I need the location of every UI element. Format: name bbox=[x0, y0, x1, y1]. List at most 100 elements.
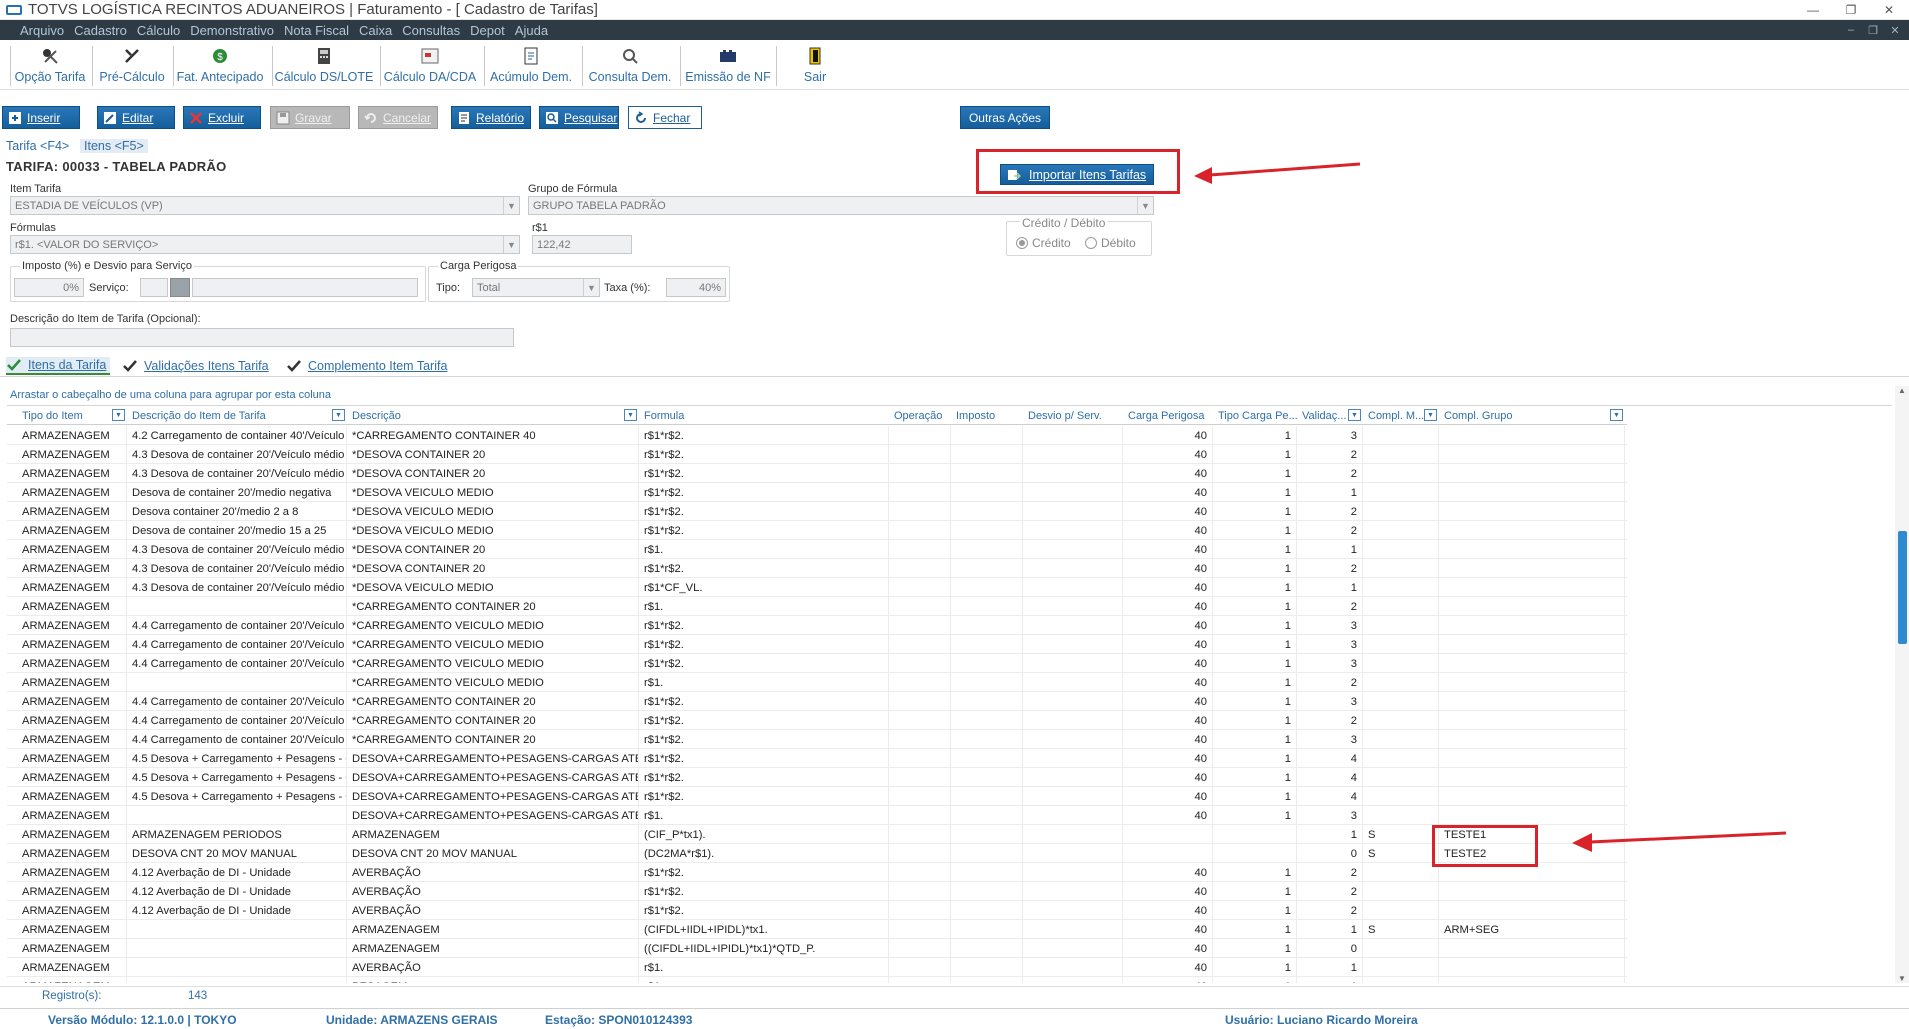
cell-carga-perigosa[interactable]: 40 bbox=[1123, 787, 1213, 806]
cell-imposto[interactable] bbox=[951, 445, 1023, 464]
cell-carga-perigosa[interactable]: 40 bbox=[1123, 521, 1213, 540]
restore-button[interactable]: ❐ bbox=[1833, 0, 1869, 20]
table-row[interactable]: ARMAZENAGEM 4.12 Averbação de DI - Unidad… bbox=[7, 901, 1627, 920]
toolbar-consulta-dem[interactable]: Consulta Dem. bbox=[584, 44, 676, 88]
column-header-tipo-carga[interactable]: Tipo Carga Pe... bbox=[1213, 406, 1297, 425]
cell-tipo-carga[interactable]: 1 bbox=[1213, 426, 1297, 445]
toolbar-sair[interactable]: Sair bbox=[778, 44, 852, 88]
cell-tipo-item[interactable]: ARMAZENAGEM bbox=[17, 654, 127, 673]
cell-imposto[interactable] bbox=[951, 749, 1023, 768]
cell-imposto[interactable] bbox=[951, 559, 1023, 578]
cell-tipo-carga[interactable] bbox=[1213, 825, 1297, 844]
table-row[interactable]: ARMAZENAGEM 4.12 Averbação de DI - Unidad… bbox=[7, 882, 1627, 901]
cell-imposto[interactable] bbox=[951, 578, 1023, 597]
cell-compl-grupo[interactable] bbox=[1439, 597, 1625, 616]
cell-imposto[interactable] bbox=[951, 521, 1023, 540]
cell-carga-perigosa[interactable]: 40 bbox=[1123, 483, 1213, 502]
cell-descricao-item[interactable]: Desova de container 20'/medio negativa bbox=[127, 483, 347, 502]
cell-compl-m[interactable]: S bbox=[1363, 825, 1439, 844]
cell-imposto[interactable] bbox=[951, 768, 1023, 787]
filter-icon[interactable]: ▼ bbox=[624, 409, 637, 421]
cell-carga-perigosa[interactable]: 40 bbox=[1123, 939, 1213, 958]
cell-tipo-carga[interactable]: 1 bbox=[1213, 673, 1297, 692]
cell-operacao[interactable] bbox=[889, 806, 951, 825]
gravar-button[interactable]: Gravar bbox=[270, 106, 350, 129]
cell-formula[interactable]: r$1*r$2. bbox=[639, 787, 889, 806]
cell-tipo-carga[interactable]: 1 bbox=[1213, 958, 1297, 977]
cell-validacoes[interactable]: 2 bbox=[1297, 559, 1363, 578]
cell-imposto[interactable] bbox=[951, 939, 1023, 958]
cell-desvio[interactable] bbox=[1023, 616, 1123, 635]
cell-operacao[interactable] bbox=[889, 464, 951, 483]
cell-operacao[interactable] bbox=[889, 863, 951, 882]
cell-tipo-carga[interactable]: 1 bbox=[1213, 939, 1297, 958]
cell-compl-m[interactable] bbox=[1363, 882, 1439, 901]
table-row[interactable]: ARMAZENAGEMPESAGEMr$1.4011 bbox=[7, 977, 1627, 983]
cell-descricao[interactable]: *CARREGAMENTO CONTAINER 20 bbox=[347, 730, 639, 749]
cell-compl-m[interactable] bbox=[1363, 977, 1439, 983]
cell-tipo-carga[interactable]: 1 bbox=[1213, 445, 1297, 464]
cell-formula[interactable]: r$1. bbox=[639, 673, 889, 692]
cell-formula[interactable]: r$1*r$2. bbox=[639, 521, 889, 540]
cell-formula[interactable]: r$1. bbox=[639, 806, 889, 825]
cell-validacoes[interactable]: 4 bbox=[1297, 768, 1363, 787]
cell-validacoes[interactable]: 2 bbox=[1297, 863, 1363, 882]
cell-carga-perigosa[interactable]: 40 bbox=[1123, 863, 1213, 882]
table-row[interactable]: ARMAZENAGEM DESOVA+CARREGAMENTO+PESAGENS-… bbox=[7, 806, 1627, 825]
cell-compl-m[interactable] bbox=[1363, 673, 1439, 692]
cell-validacoes[interactable]: 1 bbox=[1297, 540, 1363, 559]
cell-operacao[interactable] bbox=[889, 825, 951, 844]
table-row[interactable]: ARMAZENAGEM *CARREGAMENTO CONTAINER 20 r$1… bbox=[7, 597, 1627, 616]
importar-itens-tarifas-button[interactable]: Importar Itens Tarifas bbox=[1000, 164, 1154, 185]
cell-formula[interactable]: r$1. bbox=[639, 540, 889, 559]
cell-formula[interactable]: r$1*r$2. bbox=[639, 901, 889, 920]
cell-imposto[interactable] bbox=[951, 673, 1023, 692]
cell-descricao[interactable]: *CARREGAMENTO VEICULO MEDIO bbox=[347, 654, 639, 673]
cell-descricao[interactable]: DESOVA+CARREGAMENTO+PESAGENS-CARGAS ATÉ … bbox=[347, 768, 639, 787]
cell-desvio[interactable] bbox=[1023, 768, 1123, 787]
cell-desvio[interactable] bbox=[1023, 939, 1123, 958]
cell-compl-m[interactable] bbox=[1363, 901, 1439, 920]
toolbar-calculo-ds-lote[interactable]: Cálculo DS/LOTE bbox=[274, 44, 374, 88]
cell-descricao-item[interactable] bbox=[127, 920, 347, 939]
cell-tipo-carga[interactable]: 1 bbox=[1213, 749, 1297, 768]
cell-compl-grupo[interactable] bbox=[1439, 483, 1625, 502]
cell-descricao-item[interactable] bbox=[127, 977, 347, 983]
cell-validacoes[interactable]: 0 bbox=[1297, 844, 1363, 863]
tipo-select[interactable]: Total ▼ bbox=[472, 278, 600, 297]
subtab-itens-da-tarifa[interactable]: Itens da Tarifa bbox=[6, 357, 111, 375]
cell-descricao[interactable]: *CARREGAMENTO VEICULO MEDIO bbox=[347, 673, 639, 692]
cell-compl-grupo[interactable] bbox=[1439, 882, 1625, 901]
cell-tipo-item[interactable]: ARMAZENAGEM bbox=[17, 502, 127, 521]
cell-desvio[interactable] bbox=[1023, 483, 1123, 502]
cell-formula[interactable]: r$1*r$2. bbox=[639, 654, 889, 673]
cell-compl-m[interactable] bbox=[1363, 863, 1439, 882]
cell-validacoes[interactable]: 2 bbox=[1297, 901, 1363, 920]
cell-carga-perigosa[interactable]: 40 bbox=[1123, 502, 1213, 521]
cell-descricao-item[interactable]: 4.5 Desova + Carregamento + Pesagens - C… bbox=[127, 768, 347, 787]
toolbar-emissao-nf[interactable]: Emissão de NF bbox=[682, 44, 774, 88]
cell-compl-grupo[interactable] bbox=[1439, 958, 1625, 977]
cell-descricao-item[interactable] bbox=[127, 806, 347, 825]
cell-tipo-item[interactable]: ARMAZENAGEM bbox=[17, 483, 127, 502]
cell-descricao-item[interactable]: Desova container 20'/medio 2 a 8 bbox=[127, 502, 347, 521]
cell-operacao[interactable] bbox=[889, 654, 951, 673]
cell-tipo-item[interactable]: ARMAZENAGEM bbox=[17, 806, 127, 825]
cell-tipo-item[interactable]: ARMAZENAGEM bbox=[17, 977, 127, 983]
cell-tipo-carga[interactable]: 1 bbox=[1213, 882, 1297, 901]
cell-operacao[interactable] bbox=[889, 502, 951, 521]
cell-compl-grupo[interactable] bbox=[1439, 787, 1625, 806]
cell-validacoes[interactable]: 3 bbox=[1297, 635, 1363, 654]
cell-operacao[interactable] bbox=[889, 635, 951, 654]
cell-tipo-item[interactable]: ARMAZENAGEM bbox=[17, 844, 127, 863]
cell-descricao-item[interactable]: 4.3 Desova de container 20'/Veículo médi… bbox=[127, 540, 347, 559]
table-row[interactable]: ARMAZENAGEM 4.3 Desova de container 20'/V… bbox=[7, 559, 1627, 578]
table-row[interactable]: ARMAZENAGEM Desova de container 20'/medio… bbox=[7, 483, 1627, 502]
cell-descricao-item[interactable]: 4.12 Averbação de DI - Unidade bbox=[127, 863, 347, 882]
cell-tipo-item[interactable]: ARMAZENAGEM bbox=[17, 825, 127, 844]
cell-compl-grupo[interactable] bbox=[1439, 692, 1625, 711]
cell-compl-m[interactable] bbox=[1363, 692, 1439, 711]
scroll-up-icon[interactable]: ▲ bbox=[1897, 386, 1907, 395]
cell-imposto[interactable] bbox=[951, 502, 1023, 521]
table-row[interactable]: ARMAZENAGEM 4.2 Carregamento de container… bbox=[7, 426, 1627, 445]
